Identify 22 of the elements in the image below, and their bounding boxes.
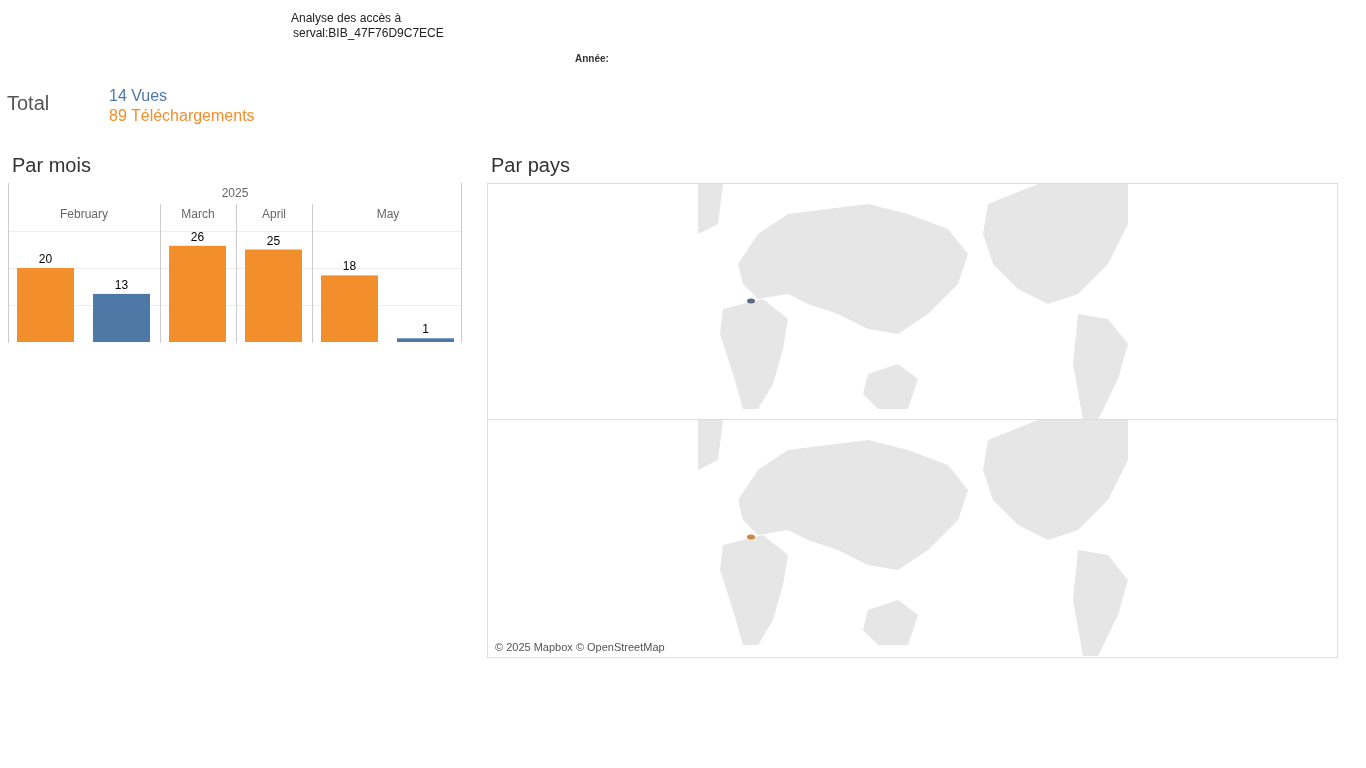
report-title: serval:BIB_47F76D9C7ECE xyxy=(292,26,444,41)
report-title: Analyse des accès à xyxy=(291,11,403,26)
bar xyxy=(397,338,454,342)
axis-label: March xyxy=(181,207,215,221)
total-label: Total xyxy=(7,91,51,116)
data-label: 13 xyxy=(114,277,129,292)
bar xyxy=(93,293,150,342)
axis-label: February xyxy=(60,207,108,221)
data-label: 26 xyxy=(190,229,205,244)
section-title: Par mois xyxy=(12,153,91,178)
axis-label: May xyxy=(376,207,400,221)
bar xyxy=(321,275,378,342)
data-label: 18 xyxy=(342,259,357,274)
total-value: 14 Vues xyxy=(109,86,169,106)
data-label: 20 xyxy=(38,252,53,266)
data-label: 25 xyxy=(266,233,281,248)
section-title: Par pays xyxy=(491,153,570,178)
axis-title: 2025 xyxy=(221,186,249,200)
axis-label: April xyxy=(262,207,286,221)
filter-label: Année: xyxy=(575,52,609,66)
total-value: 89 Téléchargements xyxy=(109,106,255,126)
data-label: 1 xyxy=(422,322,429,337)
